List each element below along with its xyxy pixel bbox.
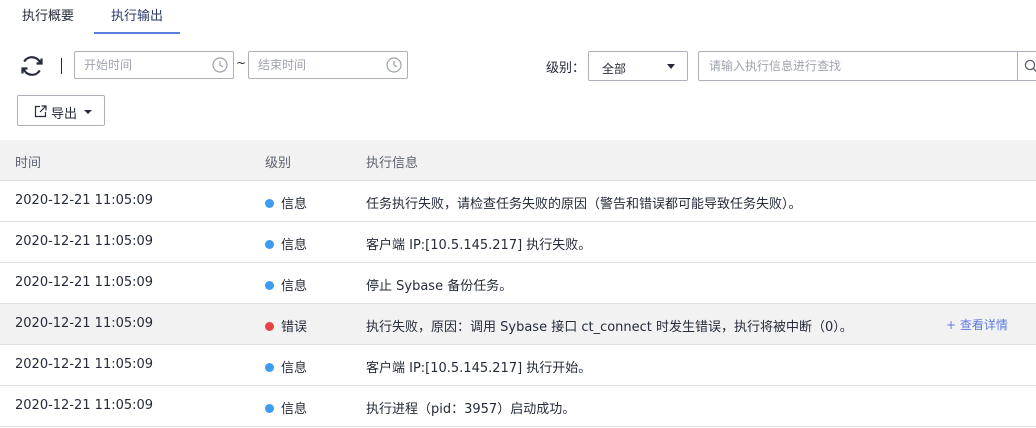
row-level: 信息 <box>265 398 307 417</box>
table-row: 2020-12-21 11:05:09 信息 客户端 IP:[10.5.145.… <box>0 222 1036 263</box>
refresh-icon[interactable] <box>19 53 45 79</box>
table-row: 2020-12-21 11:05:09 信息 停止 Sybase 备份任务。 <box>0 263 1036 304</box>
search-divider <box>1017 52 1018 80</box>
level-filter-select[interactable]: 全部 <box>588 51 688 81</box>
end-time-field[interactable] <box>248 51 408 79</box>
level-filter-value: 全部 <box>602 62 627 76</box>
search-input[interactable] <box>709 58 1009 74</box>
error-dot-icon <box>265 322 274 331</box>
info-dot-icon <box>265 281 274 290</box>
row-level-text: 信息 <box>281 238 308 253</box>
table-row: 2020-12-21 11:05:09 信息 客户端 IP:[10.5.145.… <box>0 345 1036 386</box>
row-level-text: 错误 <box>281 320 308 335</box>
export-icon <box>34 105 47 118</box>
tab-bar: 执行概要 执行输出 <box>0 0 1036 34</box>
row-level: 信息 <box>265 193 307 212</box>
export-button-label: 导出 <box>51 107 78 122</box>
info-dot-icon <box>265 404 274 413</box>
end-time-input[interactable] <box>258 57 378 73</box>
execution-log-table: 时间 级别 执行信息 2020-12-21 11:05:09 信息 任务执行失败… <box>0 140 1036 427</box>
range-separator: ~ <box>236 56 247 70</box>
row-level: 信息 <box>265 357 307 376</box>
row-message: 执行失败，原因：调用 Sybase 接口 ct_connect 时发生错误，执行… <box>366 320 853 335</box>
search-field[interactable] <box>698 51 1036 81</box>
export-button[interactable]: 导出 <box>17 95 105 126</box>
clock-icon[interactable] <box>386 57 402 73</box>
start-time-input[interactable] <box>84 57 204 73</box>
info-dot-icon <box>265 240 274 249</box>
row-time: 2020-12-21 11:05:09 <box>15 398 154 413</box>
clock-icon[interactable] <box>212 57 228 73</box>
info-dot-icon <box>265 199 274 208</box>
start-time-field[interactable] <box>74 51 234 79</box>
row-message: 客户端 IP:[10.5.145.217] 执行失败。 <box>366 238 592 253</box>
row-level-text: 信息 <box>281 402 308 417</box>
tab-execution-summary[interactable]: 执行概要 <box>22 8 74 34</box>
table-row: 2020-12-21 11:05:09 信息 执行进程（pid：3957）启动成… <box>0 386 1036 427</box>
tab-execution-output[interactable]: 执行输出 <box>94 8 180 34</box>
row-message: 客户端 IP:[10.5.145.217] 执行开始。 <box>366 361 592 376</box>
info-dot-icon <box>265 363 274 372</box>
column-header-message: 执行信息 <box>366 156 419 171</box>
view-details-link[interactable]: + 查看详情 <box>946 316 1008 333</box>
level-filter-label: 级别： <box>546 61 586 76</box>
search-icon[interactable] <box>1024 59 1036 73</box>
row-level: 信息 <box>265 234 307 253</box>
row-time: 2020-12-21 11:05:09 <box>15 193 154 208</box>
row-level: 信息 <box>265 275 307 294</box>
row-message: 任务执行失败，请检查任务失败的原因（警告和错误都可能导致任务失败）。 <box>366 197 802 212</box>
row-level-text: 信息 <box>281 361 308 376</box>
row-level: 错误 <box>265 316 307 335</box>
caret-down-icon <box>667 64 675 69</box>
row-time: 2020-12-21 11:05:09 <box>15 316 154 331</box>
row-message: 停止 Sybase 备份任务。 <box>366 279 513 294</box>
caret-down-icon <box>84 110 92 114</box>
row-level-text: 信息 <box>281 279 308 294</box>
column-header-time: 时间 <box>15 156 42 171</box>
toolbar-divider <box>61 58 62 74</box>
table-row: 2020-12-21 11:05:09 信息 任务执行失败，请检查任务失败的原因… <box>0 181 1036 222</box>
table-row: 2020-12-21 11:05:09 错误 执行失败，原因：调用 Sybase… <box>0 304 1036 345</box>
table-header: 时间 级别 执行信息 <box>0 140 1036 181</box>
row-time: 2020-12-21 11:05:09 <box>15 275 154 290</box>
row-message: 执行进程（pid：3957）启动成功。 <box>366 402 576 417</box>
row-time: 2020-12-21 11:05:09 <box>15 357 154 372</box>
row-time: 2020-12-21 11:05:09 <box>15 234 154 249</box>
row-level-text: 信息 <box>281 197 308 212</box>
column-header-level: 级别 <box>265 156 292 171</box>
